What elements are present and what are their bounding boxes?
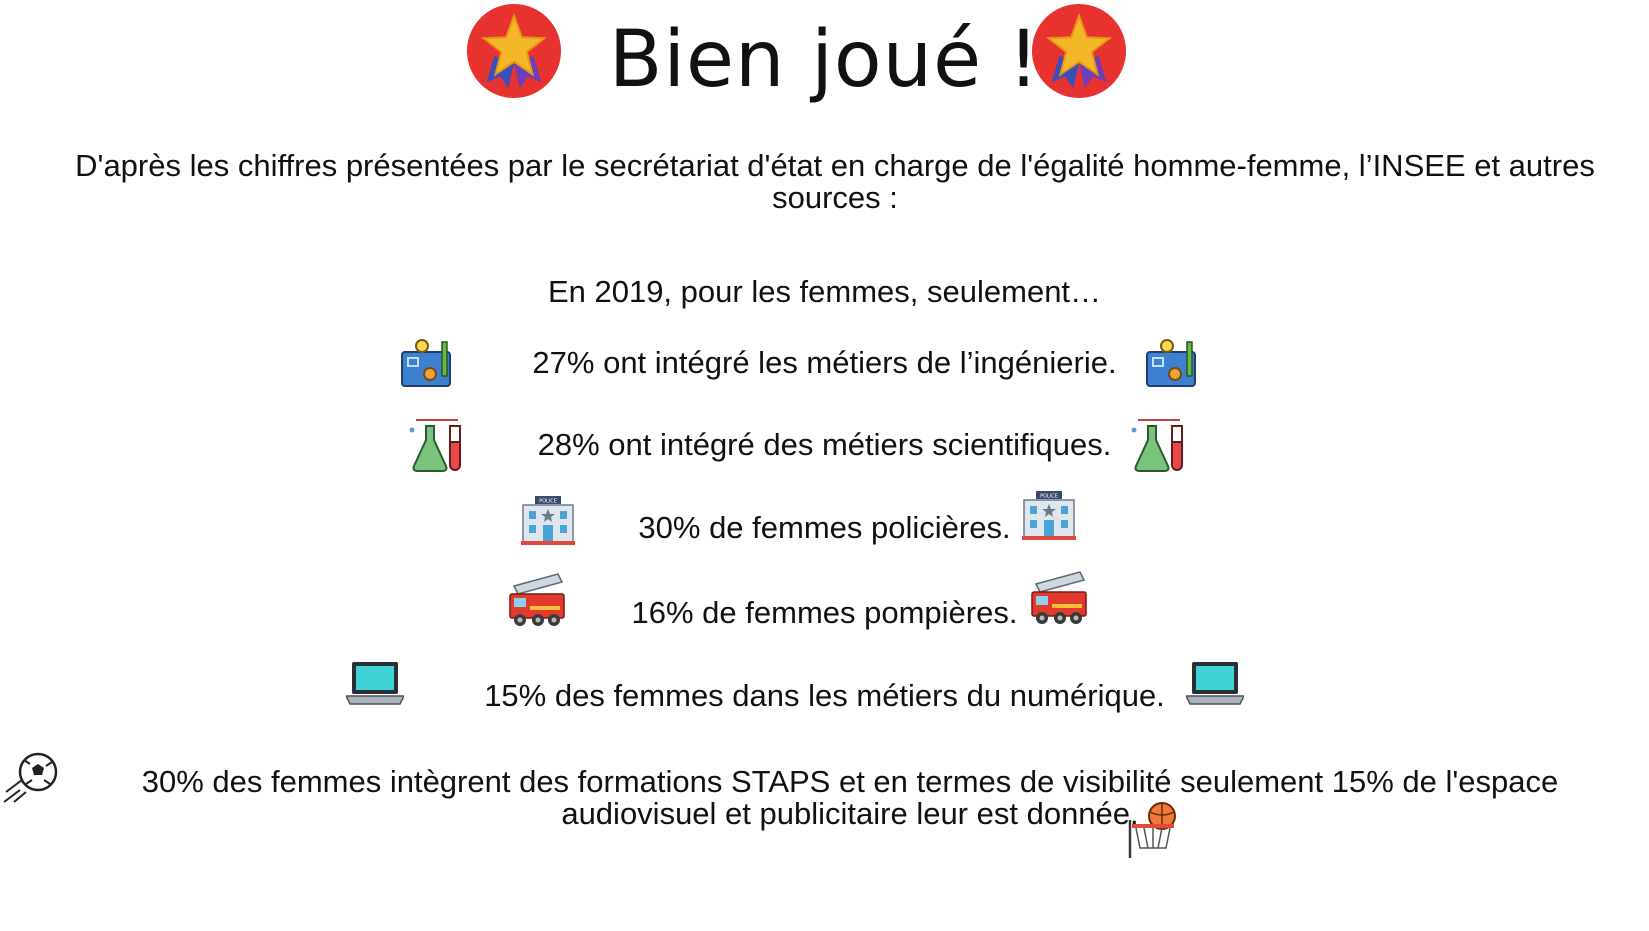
star-medal-icon — [466, 3, 562, 99]
stat-engineering: 27% ont intégré les métiers de l’ingénie… — [532, 345, 1117, 380]
stat-police: 30% de femmes policières. — [638, 510, 1011, 545]
police-sign-text: POLICE — [539, 499, 557, 505]
stat-science: 28% ont intégré des métiers scientifique… — [537, 427, 1112, 462]
police-sign-text: POLICE — [1040, 494, 1058, 500]
science-lab-flask-icon — [409, 419, 461, 472]
police-station-icon: POLICE — [521, 496, 575, 545]
soccer-ball-icon — [3, 752, 58, 803]
engineering-blueprint-icon — [1146, 339, 1196, 387]
police-station-icon: POLICE — [1022, 491, 1076, 540]
engineering-blueprint-icon — [401, 339, 451, 387]
stat-firefighters: 16% de femmes pompières. — [631, 595, 1018, 630]
page-title: Bien joué ! — [608, 15, 1041, 105]
laptop-icon — [1186, 662, 1244, 705]
lead-text: En 2019, pour les femmes, seulement… — [547, 274, 1102, 309]
laptop-icon — [346, 662, 404, 705]
basketball-hoop-icon — [1128, 802, 1176, 858]
star-medal-icon — [1031, 3, 1127, 99]
stat-digital: 15% des femmes dans les métiers du numér… — [484, 678, 1165, 713]
fire-truck-icon — [509, 573, 565, 626]
science-lab-flask-icon — [1131, 419, 1183, 472]
final-statement: 30% des femmes intègrent des formations … — [141, 764, 1559, 831]
intro-text: D'après les chiffres présentées par le s… — [75, 148, 1595, 215]
fire-truck-icon — [1031, 571, 1087, 624]
